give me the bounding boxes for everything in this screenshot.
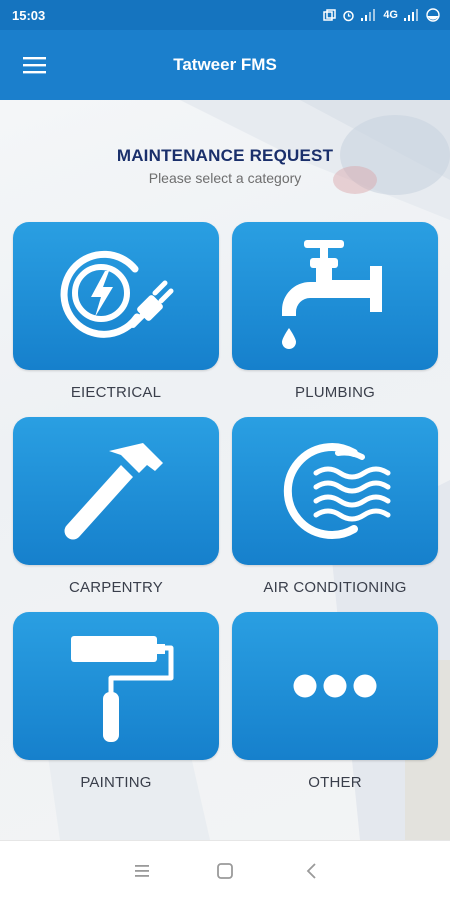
category-other-box[interactable]: [232, 612, 438, 760]
faucet-icon: [282, 240, 382, 349]
app-title: Tatweer FMS: [173, 55, 277, 74]
system-nav-bar: [0, 840, 450, 900]
category-carpentry[interactable]: CARPENTRY: [13, 417, 219, 596]
screen-mirror-icon: [323, 8, 337, 21]
network-type: 4G: [383, 9, 398, 21]
category-carpentry-label: CARPENTRY: [68, 579, 164, 596]
home-button[interactable]: [213, 859, 237, 883]
category-carpentry-box[interactable]: [13, 417, 219, 565]
hamburger-menu-icon: [23, 57, 46, 74]
back-button[interactable]: [300, 859, 324, 883]
status-time: 15:03: [12, 7, 46, 23]
back-icon: [306, 863, 316, 879]
page-title: MAINTENANCE REQUEST: [116, 146, 334, 165]
category-electrical[interactable]: EIECTRICAL: [13, 222, 219, 401]
category-plumbing-box[interactable]: [232, 222, 438, 370]
category-air-conditioning[interactable]: AIR CONDITIONING: [232, 417, 438, 596]
category-other-label: OTHER: [308, 774, 362, 791]
app-bar: Tatweer FMS: [0, 30, 450, 100]
status-icons: 4G: [323, 8, 440, 22]
signal-icon-2: [404, 9, 418, 21]
category-painting-box[interactable]: [13, 612, 219, 760]
battery-icon: [426, 8, 440, 22]
category-other[interactable]: OTHER: [232, 612, 438, 791]
recent-apps-icon: [135, 865, 149, 877]
category-electrical-label: EIECTRICAL: [70, 384, 162, 401]
category-painting[interactable]: PAINTING: [13, 612, 219, 791]
screen: 15:03 4G Tatweer FMS MAINTENANCE REQUEST…: [0, 0, 450, 900]
header-block: MAINTENANCE REQUEST Please select a cate…: [0, 146, 450, 186]
category-electrical-box[interactable]: [13, 222, 219, 370]
menu-button[interactable]: [22, 54, 48, 76]
paint-roller-icon: [71, 635, 174, 742]
air-conditioning-icon: [283, 443, 391, 539]
signal-icon-1: [361, 9, 376, 21]
alarm-icon: [343, 10, 355, 21]
category-painting-label: PAINTING: [80, 774, 152, 791]
category-air-conditioning-label: AIR CONDITIONING: [263, 579, 407, 596]
content-area: MAINTENANCE REQUEST Please select a cate…: [0, 100, 450, 840]
home-icon: [217, 863, 233, 879]
category-plumbing[interactable]: PLUMBING: [232, 222, 438, 401]
more-dots-icon: [293, 674, 377, 698]
hammer-icon: [64, 443, 163, 540]
electrical-plug-icon: [60, 250, 174, 338]
page-subtitle: Please select a category: [148, 170, 302, 186]
category-air-conditioning-box[interactable]: [232, 417, 438, 565]
recent-apps-button[interactable]: [130, 859, 154, 883]
status-bar: 15:03 4G: [0, 0, 450, 30]
category-plumbing-label: PLUMBING: [295, 384, 375, 401]
